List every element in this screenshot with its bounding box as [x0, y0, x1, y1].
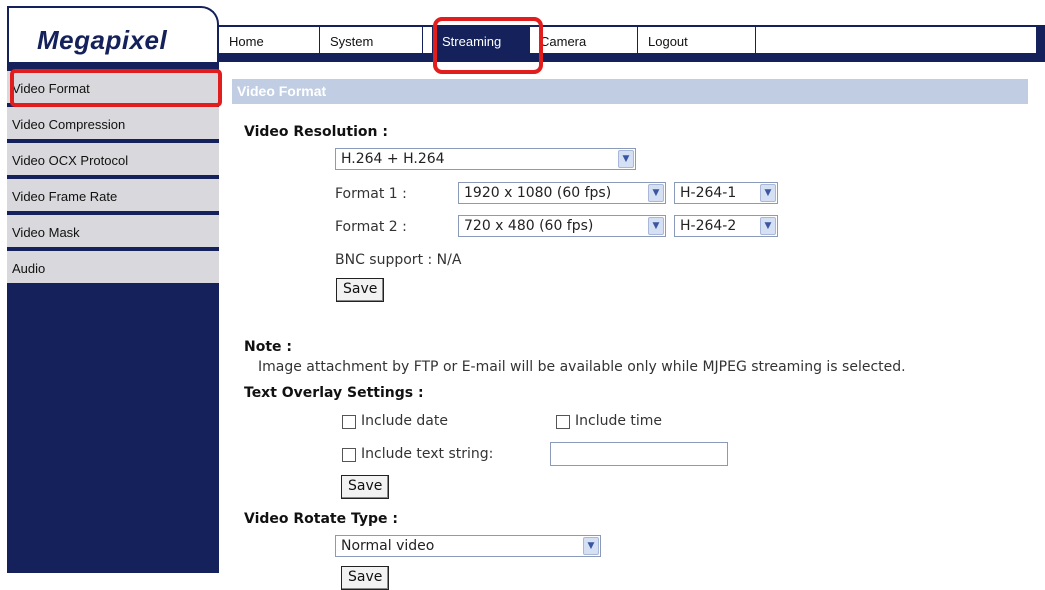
- sidebar-item-audio[interactable]: Audio: [7, 251, 219, 285]
- bnc-support-text: BNC support : N/A: [335, 252, 462, 268]
- format1-codec-value: H-264-1: [680, 185, 737, 201]
- page-title: Video Format: [232, 79, 1028, 104]
- format1-codec-select[interactable]: H-264-1 ▼: [674, 182, 778, 204]
- include-date-label: Include date: [361, 413, 448, 429]
- save-button[interactable]: Save: [341, 475, 390, 499]
- format1-resolution-select[interactable]: 1920 x 1080 (60 fps) ▼: [458, 182, 666, 204]
- note-heading: Note :: [244, 339, 292, 355]
- tab-system[interactable]: System: [320, 27, 423, 53]
- tab-camera[interactable]: Camera: [530, 27, 638, 53]
- nav-edge: [1036, 27, 1045, 53]
- tab-home[interactable]: Home: [219, 27, 320, 53]
- format2-codec-select[interactable]: H-264-2 ▼: [674, 215, 778, 237]
- logo: Megapixel: [37, 25, 168, 55]
- video-mode-select[interactable]: H.264 + H.264 ▼: [335, 148, 636, 170]
- format1-resolution-value: 1920 x 1080 (60 fps): [464, 185, 612, 201]
- video-format-highlight: [10, 69, 222, 107]
- include-time-label: Include time: [575, 413, 663, 429]
- sidebar-item-video-ocx-protocol[interactable]: Video OCX Protocol: [7, 143, 219, 177]
- chevron-down-icon: ▼: [648, 217, 664, 235]
- top-navigation: Home System Streaming Camera Logout: [219, 25, 1045, 62]
- text-string-input[interactable]: [550, 442, 728, 466]
- include-time-checkbox[interactable]: [556, 415, 570, 429]
- sidebar-item-video-compression[interactable]: Video Compression: [7, 107, 219, 141]
- video-resolution-heading: Video Resolution :: [244, 124, 388, 140]
- video-rotate-value: Normal video: [341, 538, 435, 554]
- format2-resolution-select[interactable]: 720 x 480 (60 fps) ▼: [458, 215, 666, 237]
- video-rotate-select[interactable]: Normal video ▼: [335, 535, 601, 557]
- note-text: Image attachment by FTP or E-mail will b…: [258, 359, 906, 375]
- chevron-down-icon: ▼: [618, 150, 634, 168]
- logo-area: Megapixel: [7, 6, 219, 62]
- format1-label: Format 1 :: [335, 186, 407, 202]
- sidebar-item-video-frame-rate[interactable]: Video Frame Rate: [7, 179, 219, 213]
- tab-logout[interactable]: Logout: [638, 27, 756, 53]
- include-text-string-checkbox[interactable]: [342, 448, 356, 462]
- text-overlay-heading: Text Overlay Settings :: [244, 385, 424, 401]
- streaming-tab-highlight: [433, 17, 543, 74]
- chevron-down-icon: ▼: [648, 184, 664, 202]
- format2-codec-value: H-264-2: [680, 218, 737, 234]
- format2-label: Format 2 :: [335, 219, 407, 235]
- video-mode-value: H.264 + H.264: [341, 151, 445, 167]
- include-date-checkbox[interactable]: [342, 415, 356, 429]
- chevron-down-icon: ▼: [583, 537, 599, 555]
- format2-resolution-value: 720 x 480 (60 fps): [464, 218, 594, 234]
- save-button[interactable]: Save: [341, 566, 390, 590]
- sidebar: Video Format Video Compression Video OCX…: [7, 62, 219, 573]
- sidebar-item-video-mask[interactable]: Video Mask: [7, 215, 219, 249]
- chevron-down-icon: ▼: [760, 217, 776, 235]
- include-text-string-label: Include text string:: [361, 446, 494, 462]
- video-rotate-heading: Video Rotate Type :: [244, 511, 398, 527]
- chevron-down-icon: ▼: [760, 184, 776, 202]
- save-button[interactable]: Save: [336, 278, 385, 302]
